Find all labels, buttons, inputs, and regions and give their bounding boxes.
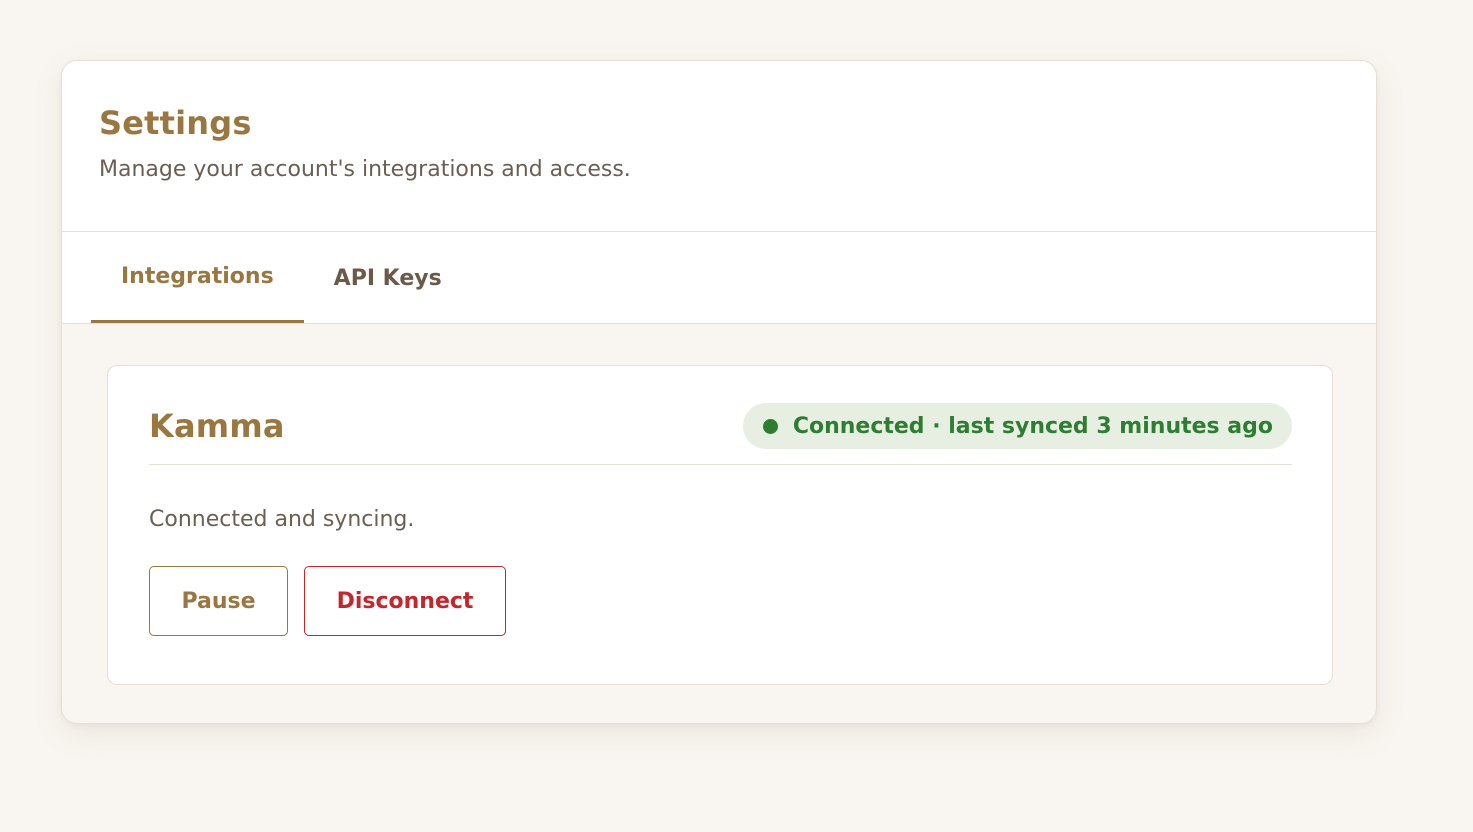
integration-card: Kamma Connected · last synced 3 minutes … bbox=[107, 365, 1333, 685]
tab-api-keys[interactable]: API Keys bbox=[304, 233, 472, 323]
status-badge: Connected · last synced 3 minutes ago bbox=[742, 403, 1292, 449]
integration-description: Connected and syncing. bbox=[149, 507, 415, 532]
tab-integrations[interactable]: Integrations bbox=[91, 233, 304, 323]
disconnect-button[interactable]: Disconnect bbox=[304, 566, 506, 636]
page-title: Settings bbox=[99, 104, 252, 142]
tab-bar: Integrations API Keys bbox=[62, 232, 1376, 324]
pause-button[interactable]: Pause bbox=[149, 566, 288, 636]
settings-header: Settings Manage your account's integrati… bbox=[62, 61, 1376, 232]
page-subtitle: Manage your account's integrations and a… bbox=[99, 157, 631, 182]
integration-name: Kamma bbox=[149, 407, 285, 445]
status-dot-icon bbox=[762, 418, 778, 434]
tab-content: Kamma Connected · last synced 3 minutes … bbox=[62, 324, 1376, 685]
integration-card-header: Kamma Connected · last synced 3 minutes … bbox=[149, 402, 1292, 465]
integration-actions: Pause Disconnect bbox=[149, 566, 1292, 636]
settings-panel: Settings Manage your account's integrati… bbox=[61, 60, 1377, 724]
status-text: Connected · last synced 3 minutes ago bbox=[792, 413, 1273, 439]
